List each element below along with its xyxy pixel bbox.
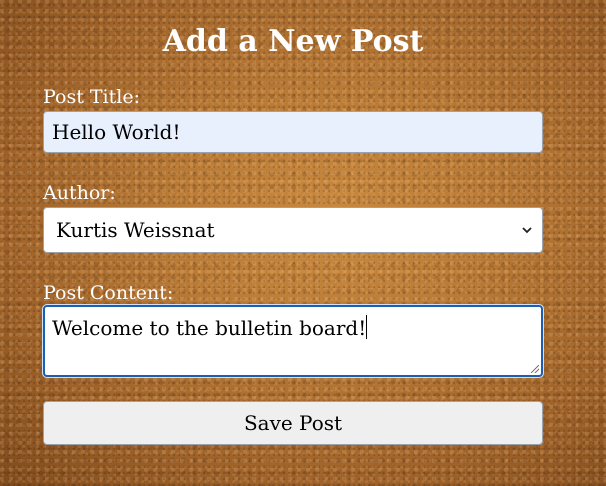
author-select[interactable]: Kurtis Weissnat <box>43 207 543 253</box>
page-title: Add a New Post <box>162 24 424 59</box>
save-post-button[interactable]: Save Post <box>43 401 543 445</box>
author-selected-value: Kurtis Weissnat <box>56 218 215 242</box>
post-title-value: Hello World! <box>52 120 181 144</box>
post-title-label: Post Title: <box>43 86 140 108</box>
post-title-input[interactable]: Hello World! <box>43 111 543 153</box>
text-caret <box>366 315 368 339</box>
resize-handle-icon[interactable] <box>531 365 539 373</box>
chevron-down-icon <box>522 223 532 237</box>
post-content-value: Welcome to the bulletin board! <box>52 316 367 340</box>
post-content-label: Post Content: <box>43 282 174 304</box>
add-post-page: Add a New Post Post Title: Hello World! … <box>0 0 606 486</box>
author-label: Author: <box>43 182 116 204</box>
post-content-textarea[interactable]: Welcome to the bulletin board! <box>42 304 544 378</box>
